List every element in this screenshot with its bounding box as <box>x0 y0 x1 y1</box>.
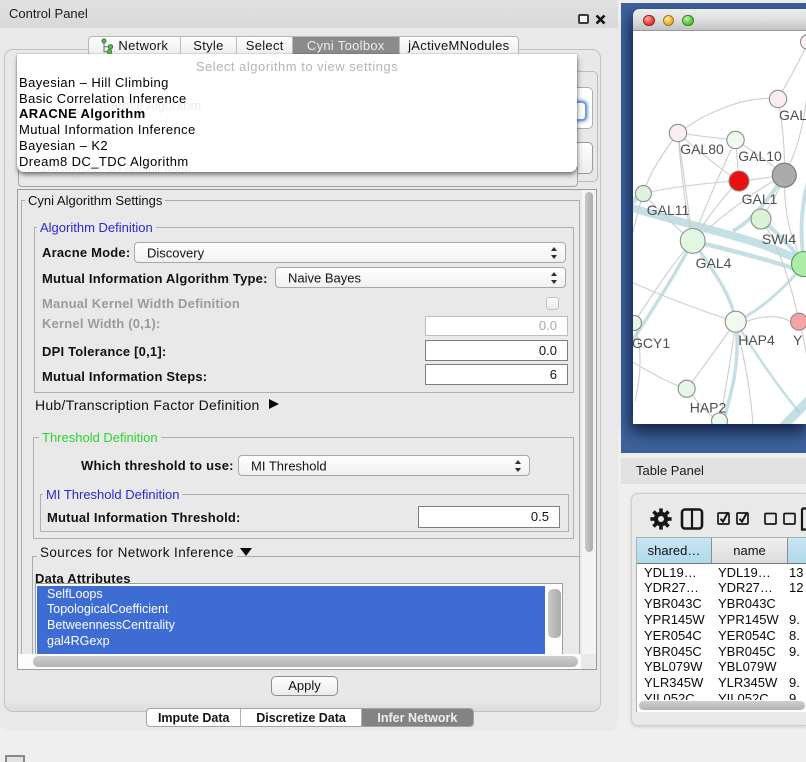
svg-text:GCY1: GCY1 <box>633 335 670 351</box>
svg-text:HAP2: HAP2 <box>690 400 727 416</box>
svg-text:Y: Y <box>793 332 803 348</box>
svg-text:HAP4: HAP4 <box>738 332 775 348</box>
svg-text:SWI4: SWI4 <box>762 231 796 247</box>
svg-text:GAL1: GAL1 <box>742 191 778 207</box>
svg-text:GAL80: GAL80 <box>680 141 724 157</box>
svg-text:GAL: GAL <box>779 107 806 123</box>
svg-text:GAL11: GAL11 <box>647 202 690 218</box>
svg-text:GAL4: GAL4 <box>696 255 732 271</box>
svg-text:GAL10: GAL10 <box>738 148 782 164</box>
